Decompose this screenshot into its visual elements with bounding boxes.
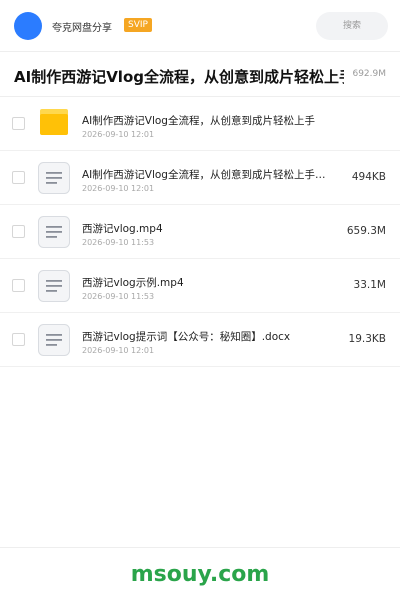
row-checkbox[interactable] <box>12 333 25 346</box>
file-icon <box>38 270 70 302</box>
file-date: 2026-09-10 12:01 <box>82 130 155 139</box>
file-date: 2026-09-10 11:53 <box>82 292 155 301</box>
list-item[interactable]: 西游记vlog示例.mp4 2026-09-10 11:53 33.1M <box>0 259 400 313</box>
footer-divider <box>0 547 400 548</box>
file-name: 西游记vlog.mp4 <box>82 223 163 235</box>
file-size: 33.1M <box>353 279 386 291</box>
list-item[interactable]: AI制作西游记Vlog全流程，从创意到成片轻松上手 2026-09-10 12:… <box>0 97 400 151</box>
row-checkbox[interactable] <box>12 171 25 184</box>
row-checkbox[interactable] <box>12 279 25 292</box>
search-input[interactable]: 搜索 <box>316 12 388 40</box>
file-name: AI制作西游记Vlog全流程，从创意到成片轻松上手 <box>82 115 315 127</box>
file-icon <box>38 324 70 356</box>
file-date: 2026-09-10 12:01 <box>82 346 155 355</box>
file-size: 659.3M <box>346 225 386 237</box>
file-name: 西游记vlog提示词【公众号：秘知圈】.docx <box>82 331 291 343</box>
list-item[interactable]: 西游记vlog提示词【公众号：秘知圈】.docx 2026-09-10 12:0… <box>0 313 400 367</box>
file-name: AI制作西游记Vlog全流程，从创意到成片轻松上手… <box>82 169 326 181</box>
avatar[interactable] <box>14 12 42 40</box>
site-watermark: msouy.com <box>130 562 270 587</box>
row-checkbox[interactable] <box>12 225 25 238</box>
file-list: AI制作西游记Vlog全流程，从创意到成片轻松上手 2026-09-10 12:… <box>0 97 400 367</box>
row-checkbox[interactable] <box>12 117 25 130</box>
file-date: 2026-09-10 12:01 <box>82 184 155 193</box>
file-name: 西游记vlog示例.mp4 <box>82 277 184 289</box>
share-title: AI制作西游记Vlog全流程，从创意到成片轻松上手 <box>14 68 344 86</box>
list-item[interactable]: AI制作西游记Vlog全流程，从创意到成片轻松上手… 2026-09-10 12… <box>0 151 400 205</box>
share-total-size: 692.9M <box>352 69 386 79</box>
file-size: 19.3KB <box>348 333 386 345</box>
file-size: 494KB <box>351 171 386 183</box>
file-icon <box>38 162 70 194</box>
top-bar: 夸克网盘分享 SVIP 搜索 <box>0 0 400 52</box>
file-icon <box>38 216 70 248</box>
folder-icon <box>40 109 68 135</box>
app-name: 夸克网盘分享 <box>52 23 112 34</box>
svip-badge: SVIP <box>124 18 152 32</box>
list-item[interactable]: 西游记vlog.mp4 2026-09-10 11:53 659.3M <box>0 205 400 259</box>
file-date: 2026-09-10 11:53 <box>82 238 155 247</box>
